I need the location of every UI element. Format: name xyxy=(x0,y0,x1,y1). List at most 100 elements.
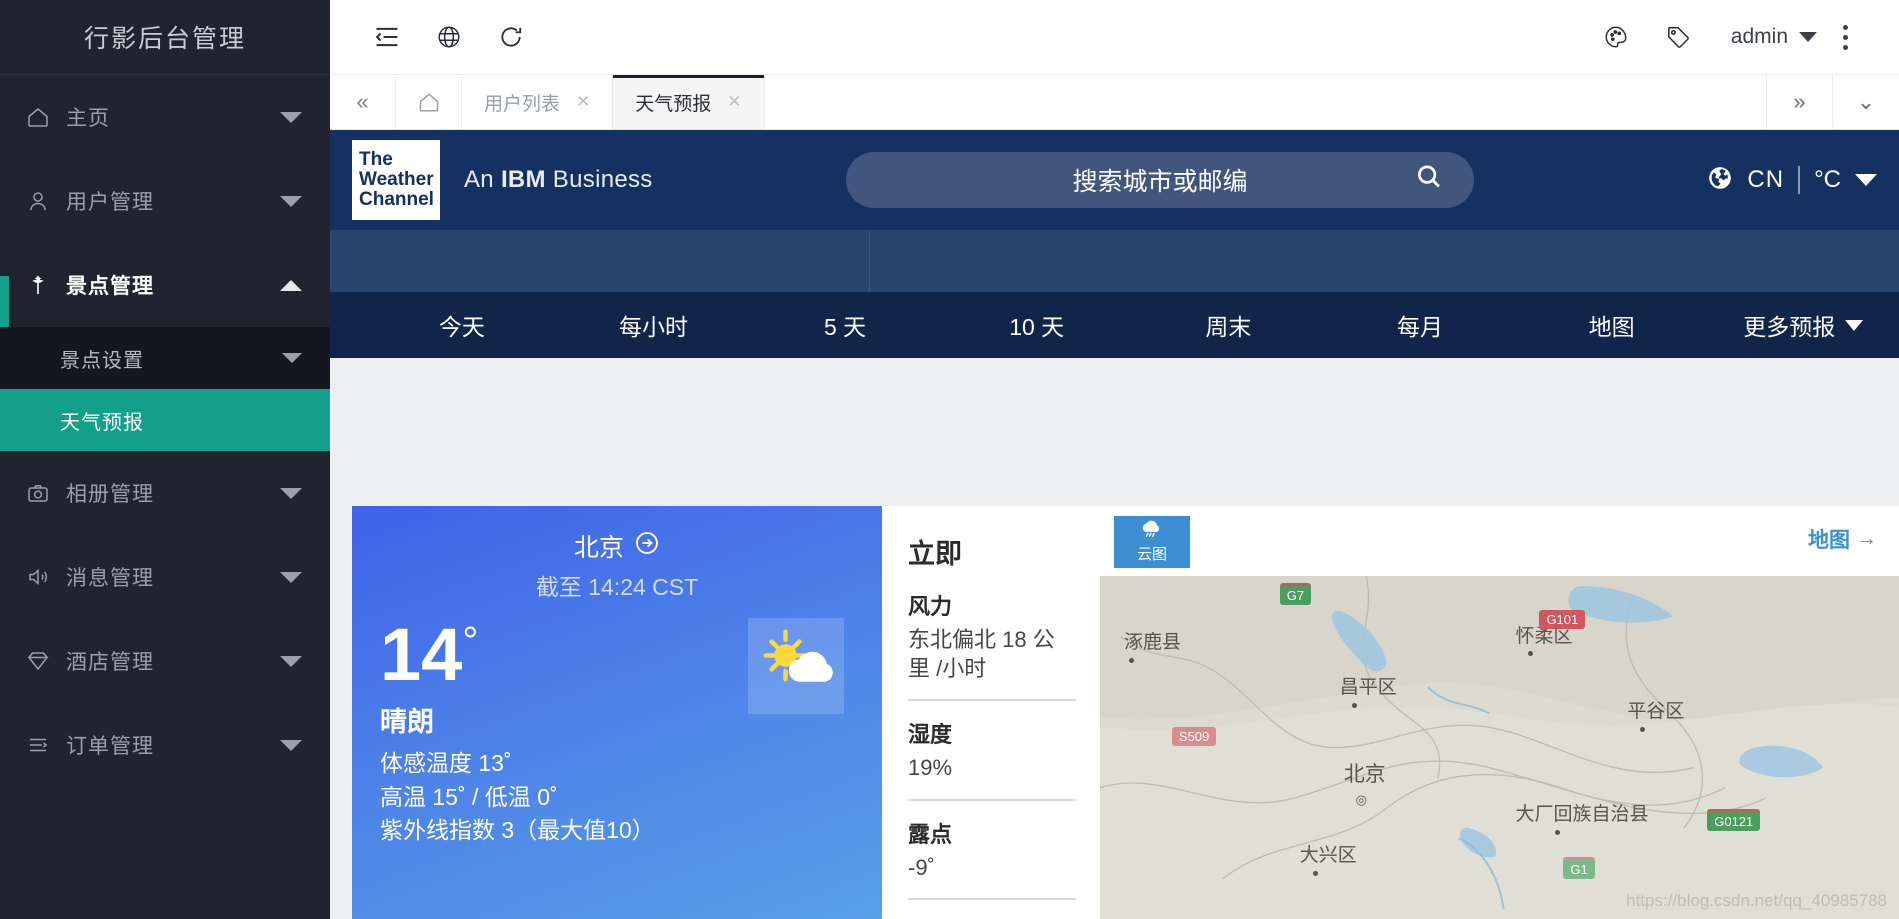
close-icon[interactable]: ✕ xyxy=(727,92,741,112)
logo-line-1: The xyxy=(359,149,393,171)
tag-icon[interactable] xyxy=(1647,24,1709,50)
detail-row-humidity: 湿度 19% xyxy=(908,717,1076,801)
sidebar-item-hotel-management[interactable]: 酒店管理 xyxy=(0,619,330,703)
palette-icon[interactable] xyxy=(1585,24,1647,50)
weather-page: The Weather Channel An IBM Business 搜索城市… xyxy=(330,130,1899,919)
strip-left xyxy=(330,230,870,292)
map-route-shield: G101 xyxy=(1539,610,1586,630)
sidebar-item-label: 景点管理 xyxy=(66,275,154,298)
chevron-down-icon xyxy=(280,655,302,667)
region-unit-switcher[interactable]: CN °C xyxy=(1667,165,1877,196)
map-route-shield: S509 xyxy=(1171,726,1217,746)
sidebar-item-user-management[interactable]: 用户管理 xyxy=(0,159,330,243)
weather-body: 北京 截至 14:24 CST 14° 晴朗 体感温度 13˚ 高温 15˚ /… xyxy=(330,506,1899,919)
app-brand-title: 行影后台管理 xyxy=(0,0,330,75)
details-title: 立即 xyxy=(908,539,962,569)
weather-nav-monthly[interactable]: 每月 xyxy=(1324,308,1516,342)
sidebar-item-order-management[interactable]: 订单管理 xyxy=(0,703,330,787)
detail-value: -9˚ xyxy=(908,854,935,880)
sidebar-subitem-label: 天气预报 xyxy=(60,411,144,434)
more-vertical-icon[interactable] xyxy=(1817,24,1873,50)
map-route-shield: G1 xyxy=(1563,857,1595,880)
chevron-down-icon xyxy=(280,739,302,751)
list-icon xyxy=(26,733,60,757)
map-route-shield: G0121 xyxy=(1707,809,1761,832)
sun-behind-cloud-icon xyxy=(748,618,844,714)
search-input[interactable]: 搜索城市或邮编 xyxy=(846,152,1474,208)
tabs-scroll-left-button[interactable]: « xyxy=(330,75,396,129)
weather-nav-hourly[interactable]: 每小时 xyxy=(558,308,750,342)
sidebar-item-attraction-management[interactable]: 景点管理 xyxy=(0,243,330,327)
tab-weather-forecast[interactable]: 天气预报 ✕ xyxy=(613,75,765,129)
weather-nav-today[interactable]: 今天 xyxy=(366,308,558,342)
map-label: 大兴区 xyxy=(1299,845,1357,867)
app-root: 行影后台管理 主页 用户管理 景点管理 景点设置 天气预报 相册管理 消息管理 … xyxy=(0,0,1899,919)
degree-symbol: ° xyxy=(462,619,479,664)
map-route-shield: G7 xyxy=(1279,582,1312,605)
home-icon xyxy=(26,105,60,129)
tree-icon xyxy=(26,273,60,297)
current-extra-lines: 体感温度 13˚ 高温 15˚ / 低温 0˚ 紫外线指数 3（最大值10） xyxy=(380,747,854,847)
map-canvas xyxy=(1100,576,1899,919)
map-label: 涿鹿县 xyxy=(1123,632,1181,654)
weather-channel-logo[interactable]: The Weather Channel xyxy=(352,140,440,220)
map-toolbar: 云图 地图 → xyxy=(1100,506,1899,576)
sidebar-item-home[interactable]: 主页 xyxy=(0,75,330,159)
chevron-down-icon xyxy=(280,571,302,583)
diamond-icon xyxy=(26,649,60,673)
tab-user-list[interactable]: 用户列表 ✕ xyxy=(462,75,614,129)
current-as-of-time: 截至 14:24 CST xyxy=(535,574,699,600)
sidebar-subitem-label: 景点设置 xyxy=(60,349,144,372)
rain-cloud-icon xyxy=(1139,520,1165,543)
detail-key: 湿度 xyxy=(908,722,953,748)
tagline-pre: An xyxy=(464,166,501,193)
current-city[interactable]: 北京 xyxy=(380,528,854,564)
divider xyxy=(1798,166,1801,194)
arrow-circle-icon[interactable] xyxy=(634,530,660,563)
sidebar-item-label: 相册管理 xyxy=(66,483,154,506)
weather-nav-more-label: 更多预报 xyxy=(1743,314,1836,340)
sidebar-item-message-management[interactable]: 消息管理 xyxy=(0,535,330,619)
chevron-up-icon xyxy=(280,279,302,291)
weather-subheader-strip xyxy=(330,230,1899,292)
feels-like-line: 体感温度 13˚ xyxy=(380,750,512,777)
collapse-menu-icon[interactable] xyxy=(356,23,418,51)
open-map-link[interactable]: 地图 → xyxy=(1808,524,1877,554)
cloud-layer-label: 云图 xyxy=(1136,546,1167,563)
sidebar-item-label: 订单管理 xyxy=(66,735,154,758)
strip-right xyxy=(870,230,1899,292)
current-conditions-card: 北京 截至 14:24 CST 14° 晴朗 体感温度 13˚ 高温 15˚ /… xyxy=(352,506,882,919)
detail-row-wind: 风力 东北偏北 18 公里 /小时 xyxy=(908,589,1076,702)
sidebar: 行影后台管理 主页 用户管理 景点管理 景点设置 天气预报 相册管理 消息管理 … xyxy=(0,0,330,919)
high-low-line: 高温 15˚ / 低温 0˚ xyxy=(380,783,558,810)
weather-nav-weekend[interactable]: 周末 xyxy=(1133,308,1325,342)
user-menu[interactable]: admin xyxy=(1731,25,1817,49)
refresh-icon[interactable] xyxy=(480,24,542,50)
top-toolbar: admin xyxy=(330,0,1899,75)
main-area: admin « 用户列表 ✕ 天气预报 ✕ » ⌄ The Weather Ch… xyxy=(330,0,1899,919)
sidebar-subitem-attraction-settings[interactable]: 景点设置 xyxy=(0,327,330,389)
chevron-down-icon xyxy=(280,487,302,499)
sidebar-subitem-weather-forecast[interactable]: 天气预报 xyxy=(0,389,330,451)
globe-icon xyxy=(1707,165,1733,196)
tabs-scroll-right-button[interactable]: » xyxy=(1767,75,1833,129)
sidebar-item-label: 酒店管理 xyxy=(66,651,154,674)
sidebar-item-label: 用户管理 xyxy=(66,191,154,214)
chevron-down-icon[interactable] xyxy=(1855,174,1877,186)
map-label: 昌平区 xyxy=(1339,677,1397,699)
tabs-dropdown-button[interactable]: ⌄ xyxy=(1833,75,1899,129)
chevron-down-icon xyxy=(1799,32,1817,42)
weather-content-gap xyxy=(330,358,1899,506)
weather-nav-maps[interactable]: 地图 xyxy=(1516,308,1708,342)
sidebar-item-album-management[interactable]: 相册管理 xyxy=(0,451,330,535)
weather-nav-5day[interactable]: 5 天 xyxy=(749,308,941,342)
weather-nav-10day[interactable]: 10 天 xyxy=(941,308,1133,342)
weather-nav-more[interactable]: 更多预报 xyxy=(1707,308,1899,342)
search-icon[interactable] xyxy=(1414,162,1444,199)
map-image[interactable]: 涿鹿县 昌平区 怀柔区 平谷区 北京 ◎ 大兴区 大厂回族自治县 G7 G101… xyxy=(1100,576,1899,919)
globe-icon[interactable] xyxy=(418,24,480,50)
close-icon[interactable]: ✕ xyxy=(576,92,590,112)
map-label-beijing: 北京 xyxy=(1343,762,1386,786)
cloud-layer-button[interactable]: 云图 xyxy=(1114,516,1190,568)
tabs-home-button[interactable] xyxy=(396,75,462,129)
